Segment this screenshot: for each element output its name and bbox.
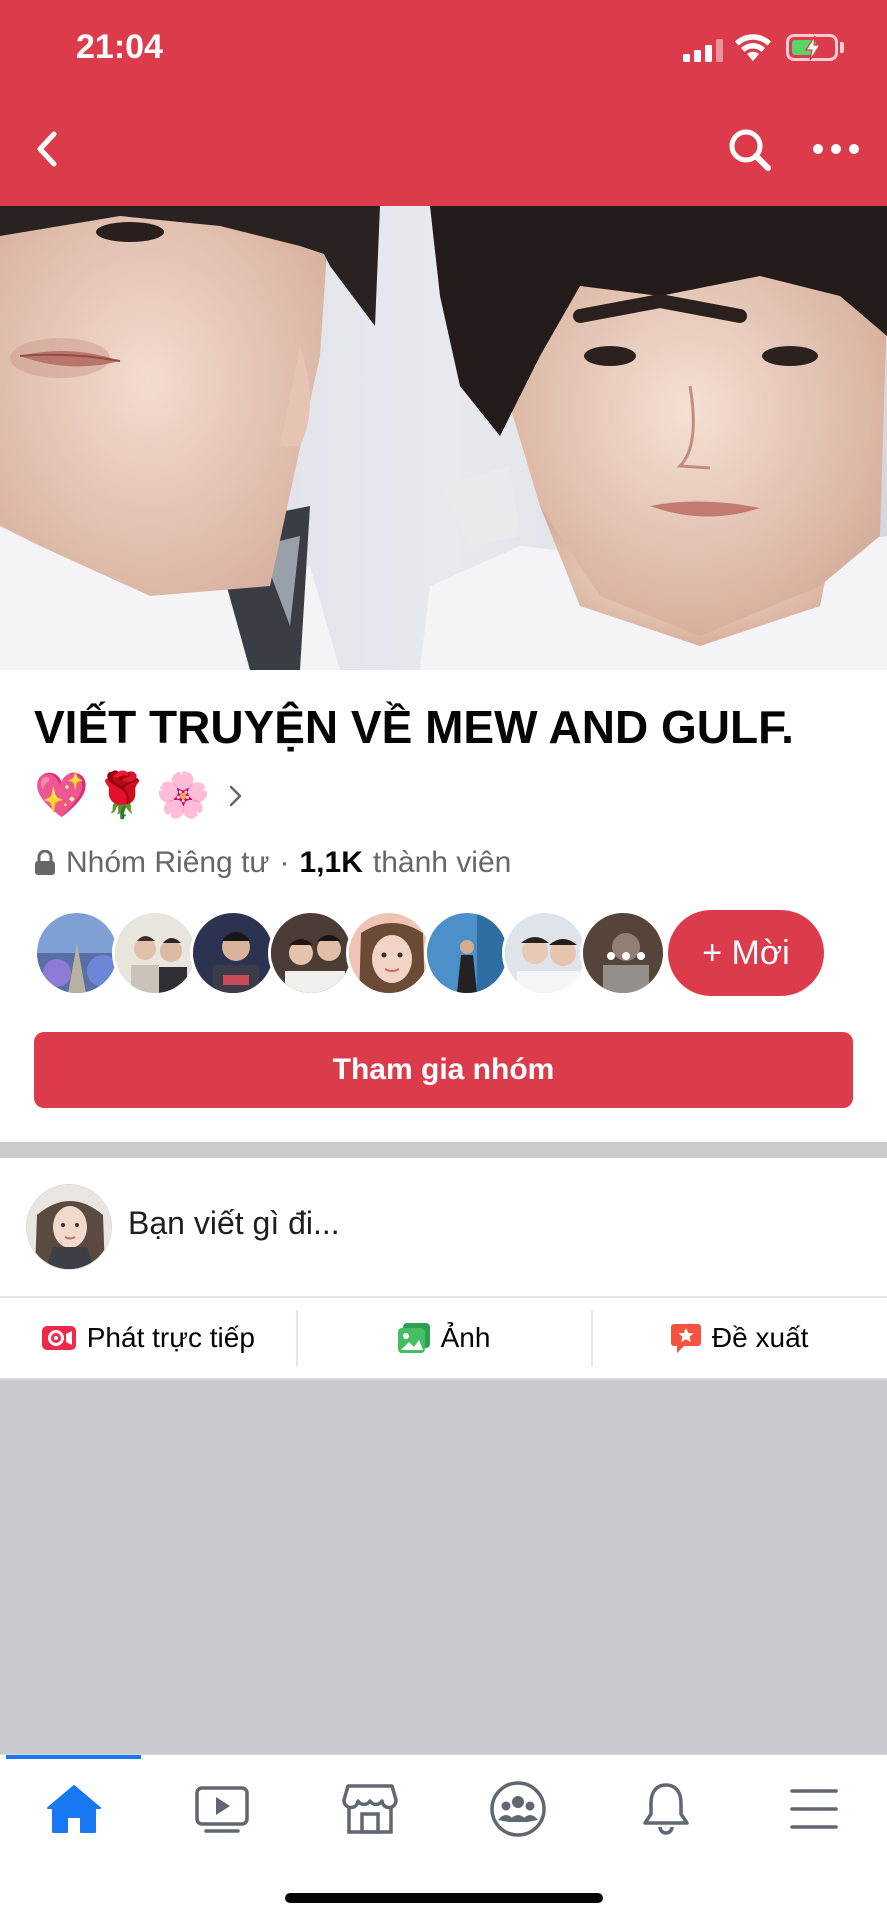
video-icon	[195, 1786, 249, 1833]
photo-label: Ảnh	[440, 1322, 491, 1353]
member-avatar[interactable]	[34, 910, 120, 996]
members-label: thành viên	[372, 846, 512, 879]
live-video-icon	[41, 1326, 76, 1350]
member-avatar[interactable]	[268, 910, 354, 996]
lock-icon	[35, 850, 55, 875]
bell-icon	[643, 1783, 689, 1835]
groups-icon	[490, 1781, 546, 1837]
cover-image	[0, 206, 887, 670]
group-cover-photo[interactable]	[0, 206, 887, 670]
active-tab-indicator	[6, 1755, 141, 1759]
header-bar: 21:04	[0, 0, 887, 206]
privacy-separator: ·	[279, 846, 290, 879]
privacy-label: Nhóm Riêng tư	[66, 846, 270, 879]
chevron-right-icon	[230, 785, 242, 807]
cellular-signal-icon	[683, 38, 725, 62]
join-group-button[interactable]: Tham gia nhóm	[34, 1032, 853, 1108]
member-count: 1,1K	[299, 846, 363, 879]
invite-button[interactable]: + Mời	[668, 910, 824, 996]
member-avatar[interactable]	[190, 910, 276, 996]
menu-icon	[790, 1789, 838, 1829]
suggest-icon	[670, 1324, 701, 1353]
cherry-blossom-emoji: 🌸	[155, 770, 211, 821]
member-avatar[interactable]	[346, 910, 432, 996]
group-privacy-info: Nhóm Riêng tư · 1,1K thành viên	[34, 846, 511, 880]
back-button[interactable]	[30, 126, 66, 172]
nav-menu[interactable]	[782, 1777, 846, 1841]
search-button[interactable]	[726, 126, 774, 174]
suggest-label: Đề xuất	[711, 1322, 809, 1353]
wifi-icon	[735, 34, 771, 61]
more-options-button[interactable]	[812, 136, 860, 162]
section-divider	[0, 1142, 887, 1158]
suggest-button[interactable]: Đề xuất	[591, 1298, 887, 1378]
more-members-button[interactable]	[580, 910, 666, 996]
battery-icon	[786, 34, 838, 61]
nav-watch[interactable]	[190, 1777, 254, 1841]
home-indicator	[285, 1893, 603, 1903]
rose-emoji: 🌹	[94, 770, 150, 821]
nav-groups[interactable]	[486, 1777, 550, 1841]
live-video-button[interactable]: Phát trực tiếp	[0, 1298, 296, 1378]
nav-notifications[interactable]	[634, 1777, 698, 1841]
member-avatar[interactable]	[424, 910, 510, 996]
marketplace-icon	[342, 1784, 398, 1834]
photo-icon	[397, 1323, 430, 1353]
live-video-label: Phát trực tiếp	[86, 1322, 255, 1353]
group-title: VIẾT TRUYỆN VỀ MEW AND GULF.	[34, 701, 794, 753]
composer-actions: Phát trực tiếp Ảnh Đề xuất	[0, 1298, 887, 1378]
home-icon	[47, 1785, 101, 1833]
nav-home[interactable]	[42, 1777, 106, 1841]
group-title-emojis[interactable]: 💖 🌹 🌸	[34, 766, 244, 826]
member-avatar[interactable]	[502, 910, 588, 996]
battery-cap	[840, 42, 844, 53]
photo-button[interactable]: Ảnh	[295, 1298, 592, 1378]
member-avatar[interactable]	[112, 910, 198, 996]
user-avatar[interactable]	[26, 1184, 112, 1270]
screen: 21:04 VIẾT TRUYỆN VỀ MEW AND GULF. 💖 🌹 🌸…	[0, 0, 887, 1920]
status-time: 21:04	[76, 28, 163, 66]
sparkling-heart-emoji: 💖	[34, 770, 89, 821]
nav-marketplace[interactable]	[338, 1777, 402, 1841]
post-composer-input[interactable]: Bạn viết gì đi...	[128, 1205, 340, 1242]
feed-area	[0, 1380, 887, 1754]
